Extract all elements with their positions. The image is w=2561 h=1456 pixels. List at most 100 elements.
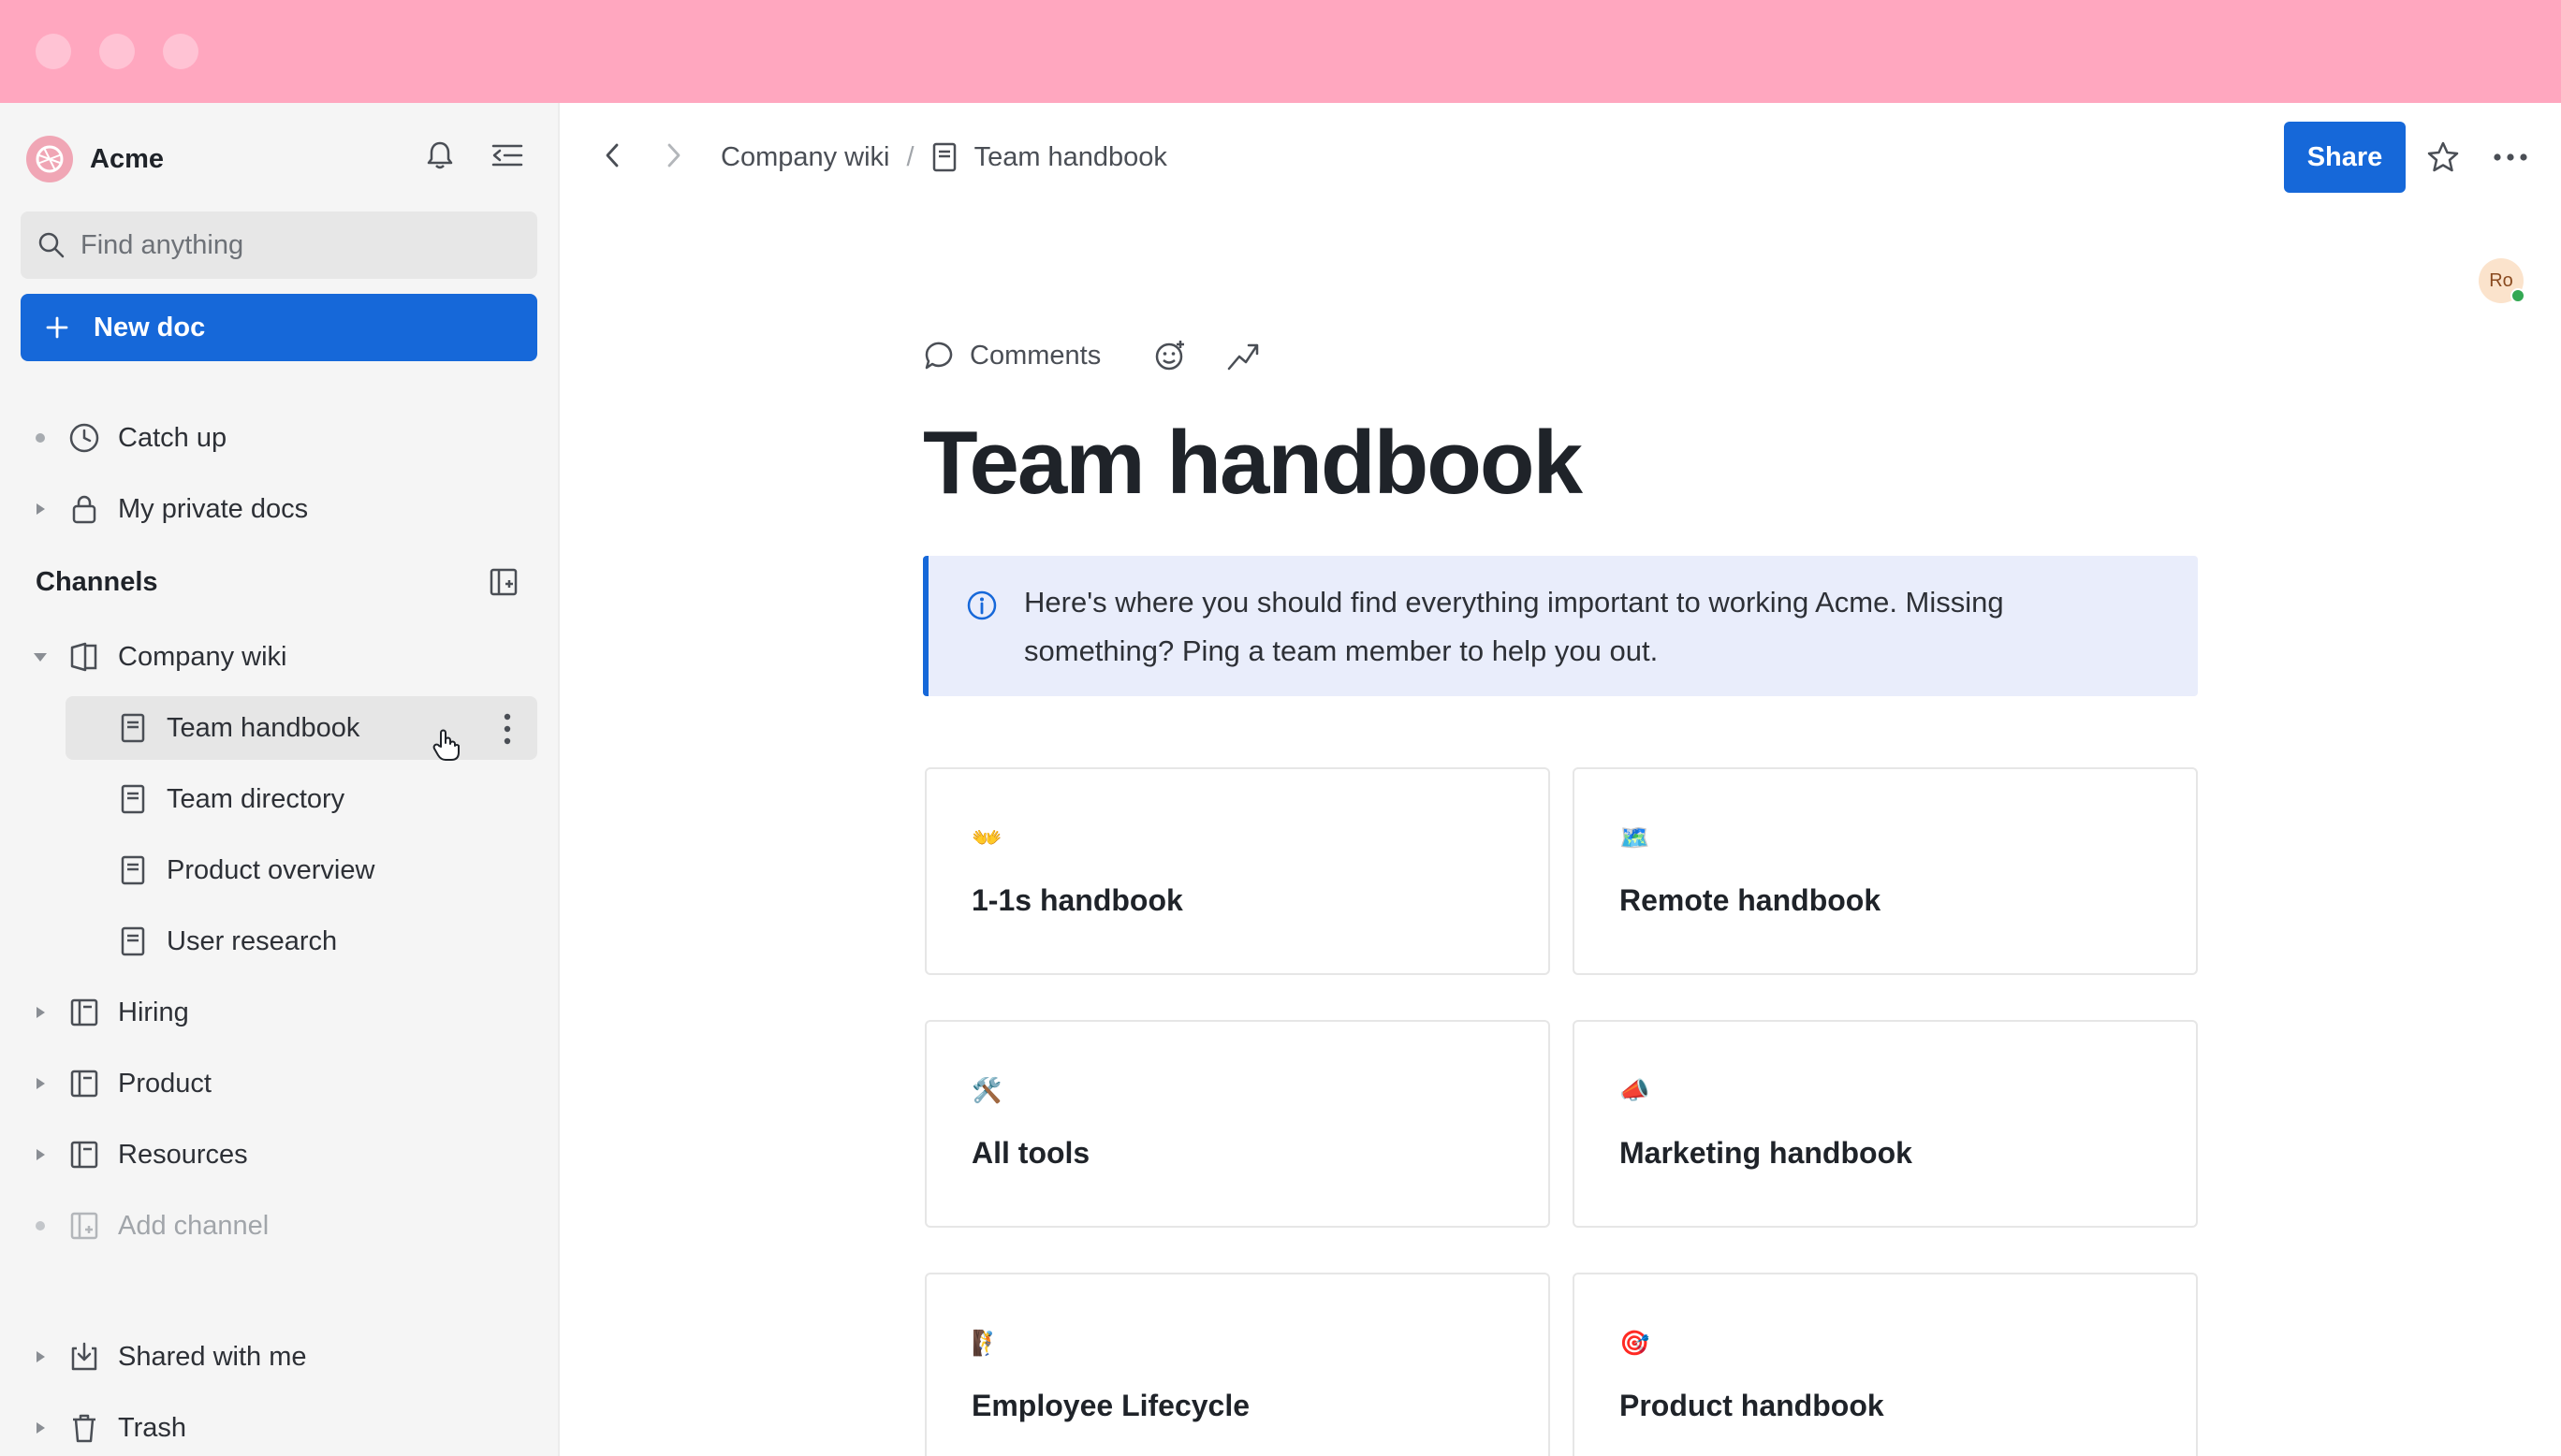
expand-caret-icon[interactable]	[26, 1005, 54, 1020]
collaborator-avatar[interactable]: Ro	[2479, 258, 2525, 303]
sidebar-item-product[interactable]: Product	[21, 1054, 537, 1114]
sidebar-item-label: Product	[118, 1068, 212, 1099]
sidebar-doc-team-handbook[interactable]: Team handbook	[66, 696, 537, 761]
new-doc-label: New doc	[94, 312, 206, 342]
callout-text: Here's where you should find everything …	[1024, 586, 2004, 667]
channel-icon	[66, 1140, 103, 1170]
sidebar-item-trash[interactable]: Trash	[21, 1398, 537, 1456]
sidebar-item-label: Trash	[118, 1412, 187, 1443]
card-emoji-icon: 👐	[972, 823, 1002, 852]
channel-icon	[66, 1069, 103, 1099]
new-doc-button[interactable]: New doc	[21, 294, 537, 361]
zoom-window-button[interactable]	[163, 34, 198, 69]
back-arrow-icon[interactable]	[593, 137, 631, 174]
card-emoji-icon: 📣	[1619, 1076, 1650, 1104]
breadcrumb-team-handbook[interactable]: Team handbook	[974, 142, 1167, 173]
card-1-1s-handbook[interactable]: 👐 1-1s handbook	[925, 767, 1550, 975]
document-icon	[120, 926, 146, 964]
minimize-window-button[interactable]	[99, 34, 135, 69]
document-icon	[120, 855, 146, 893]
sidebar-item-hiring[interactable]: Hiring	[21, 983, 537, 1042]
lock-icon	[66, 493, 103, 525]
doc-actions: Comments	[923, 333, 1260, 378]
sidebar-item-label: Shared with me	[118, 1341, 307, 1372]
card-title: Marketing handbook	[1619, 1136, 1912, 1170]
sidebar-doc-label: Team handbook	[167, 712, 360, 743]
share-button[interactable]: Share	[2284, 122, 2406, 193]
sidebar-item-shared-with-me[interactable]: Shared with me	[21, 1327, 537, 1387]
sidebar-item-my-private-docs[interactable]: My private docs	[21, 479, 537, 539]
info-icon	[966, 588, 998, 636]
sidebar-item-label: Resources	[118, 1139, 248, 1170]
document-icon	[931, 142, 958, 172]
info-callout[interactable]: Here's where you should find everything …	[923, 556, 2198, 696]
workspace-name: Acme	[90, 143, 164, 174]
app-window: Acme New doc Catch up	[0, 0, 2561, 1456]
sidebar-item-catch-up[interactable]: Catch up	[21, 408, 537, 468]
page-title[interactable]: Team handbook	[923, 412, 1583, 515]
search-input[interactable]	[80, 229, 520, 261]
card-product-handbook[interactable]: 🎯 Product handbook	[1573, 1273, 2198, 1456]
add-channel-icon	[66, 1211, 103, 1241]
card-title: 1-1s handbook	[972, 883, 1183, 917]
document-icon	[120, 713, 146, 750]
sidebar-doc-team-directory[interactable]: Team directory	[66, 767, 537, 831]
card-employee-lifecycle[interactable]: 🧗 Employee Lifecycle	[925, 1273, 1550, 1456]
card-remote-handbook[interactable]: 🗺️ Remote handbook	[1573, 767, 2198, 975]
card-emoji-icon: 🎯	[1619, 1329, 1650, 1357]
breadcrumb-separator: /	[906, 141, 915, 172]
bullet-dot-icon	[36, 1221, 45, 1230]
sidebar-item-label: Catch up	[118, 422, 227, 453]
expand-caret-icon[interactable]	[26, 1147, 54, 1162]
forward-arrow-icon[interactable]	[655, 137, 693, 174]
more-vertical-icon[interactable]	[504, 713, 511, 752]
sidebar-doc-label: User research	[167, 925, 338, 956]
sidebar-doc-product-overview[interactable]: Product overview	[66, 838, 537, 902]
bullet-dot-icon	[36, 433, 45, 443]
sidebar-doc-user-research[interactable]: User research	[66, 910, 537, 973]
card-emoji-icon: 🗺️	[1619, 823, 1650, 852]
more-horizontal-icon[interactable]	[2488, 135, 2533, 180]
card-title: Employee Lifecycle	[972, 1389, 1251, 1422]
card-marketing-handbook[interactable]: 📣 Marketing handbook	[1573, 1020, 2198, 1228]
add-reaction-icon[interactable]	[1153, 339, 1187, 372]
expand-caret-icon[interactable]	[26, 1349, 54, 1364]
search-box[interactable]	[21, 211, 537, 279]
expand-caret-icon[interactable]	[26, 1076, 54, 1091]
add-channel-label: Add channel	[118, 1210, 270, 1241]
workspace-switcher[interactable]: Acme	[26, 133, 164, 185]
card-title: Remote handbook	[1619, 883, 1881, 917]
hand-cursor-icon	[432, 728, 461, 769]
sidebar-item-company-wiki[interactable]: Company wiki	[21, 627, 537, 687]
close-window-button[interactable]	[36, 34, 71, 69]
collapse-sidebar-icon[interactable]	[485, 133, 530, 178]
card-emoji-icon: 🧗	[972, 1329, 1002, 1357]
comments-button[interactable]: Comments	[970, 341, 1101, 371]
document-icon	[120, 784, 146, 822]
card-all-tools[interactable]: 🛠️ All tools	[925, 1020, 1550, 1228]
sidebar-doc-label: Team directory	[167, 783, 345, 814]
sidebar: Acme New doc Catch up	[0, 103, 560, 1456]
new-channel-icon[interactable]	[481, 560, 526, 604]
clock-icon	[66, 422, 103, 454]
breadcrumb-company-wiki[interactable]: Company wiki	[721, 142, 890, 173]
add-channel-button[interactable]: Add channel	[21, 1196, 537, 1256]
comment-icon	[923, 340, 955, 371]
channel-icon	[66, 997, 103, 1027]
collapse-caret-icon[interactable]	[26, 650, 54, 663]
plus-icon	[46, 316, 68, 339]
title-bar	[0, 0, 2561, 103]
expand-caret-icon[interactable]	[26, 1420, 54, 1435]
analytics-trend-icon[interactable]	[1226, 339, 1260, 372]
channels-heading: Channels	[36, 567, 158, 597]
sidebar-item-label: My private docs	[118, 493, 309, 524]
sidebar-doc-label: Product overview	[167, 854, 375, 885]
sidebar-item-resources[interactable]: Resources	[21, 1125, 537, 1185]
notifications-bell-icon[interactable]	[417, 133, 462, 178]
card-title: All tools	[972, 1136, 1090, 1170]
star-icon[interactable]	[2421, 135, 2466, 180]
search-icon	[38, 232, 65, 258]
card-title: Product handbook	[1619, 1389, 1884, 1422]
workspace-logo-icon	[26, 136, 73, 182]
expand-caret-icon[interactable]	[26, 502, 54, 517]
